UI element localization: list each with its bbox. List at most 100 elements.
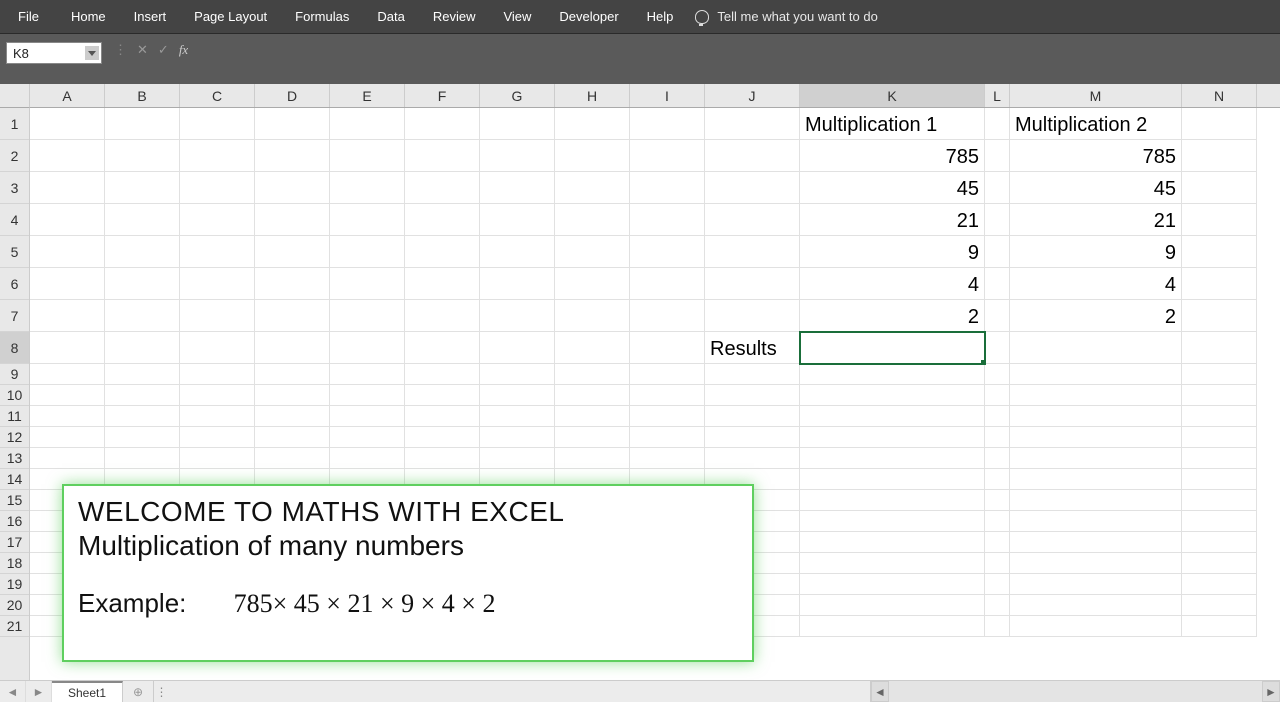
cell-m4[interactable]: 21 xyxy=(1010,204,1182,236)
sheet-tab-sheet1[interactable]: Sheet1 xyxy=(52,681,123,702)
cell-g12[interactable] xyxy=(480,427,555,448)
cell-d11[interactable] xyxy=(255,406,330,427)
cell-m12[interactable] xyxy=(1010,427,1182,448)
row-header-20[interactable]: 20 xyxy=(0,595,29,616)
cell-a6[interactable] xyxy=(30,268,105,300)
column-header-n[interactable]: N xyxy=(1182,84,1257,107)
cell-n11[interactable] xyxy=(1182,406,1257,427)
cell-b7[interactable] xyxy=(105,300,180,332)
cell-e2[interactable] xyxy=(330,140,405,172)
cell-b8[interactable] xyxy=(105,332,180,364)
cell-b2[interactable] xyxy=(105,140,180,172)
column-header-e[interactable]: E xyxy=(330,84,405,107)
ribbon-tab-file[interactable]: File xyxy=(0,0,57,33)
row-header-1[interactable]: 1 xyxy=(0,108,29,140)
cell-m19[interactable] xyxy=(1010,574,1182,595)
cell-k11[interactable] xyxy=(800,406,985,427)
cell-j8[interactable]: Results xyxy=(705,332,800,364)
cell-g5[interactable] xyxy=(480,236,555,268)
cell-l1[interactable] xyxy=(985,108,1010,140)
row-header-10[interactable]: 10 xyxy=(0,385,29,406)
cell-d12[interactable] xyxy=(255,427,330,448)
cell-g6[interactable] xyxy=(480,268,555,300)
cell-k19[interactable] xyxy=(800,574,985,595)
cell-c4[interactable] xyxy=(180,204,255,236)
cell-m20[interactable] xyxy=(1010,595,1182,616)
cell-m21[interactable] xyxy=(1010,616,1182,637)
cell-k8[interactable] xyxy=(800,332,985,364)
cell-j12[interactable] xyxy=(705,427,800,448)
cell-a3[interactable] xyxy=(30,172,105,204)
cell-h12[interactable] xyxy=(555,427,630,448)
ribbon-tab-view[interactable]: View xyxy=(489,0,545,33)
cell-e8[interactable] xyxy=(330,332,405,364)
cell-k4[interactable]: 21 xyxy=(800,204,985,236)
cell-k21[interactable] xyxy=(800,616,985,637)
row-header-5[interactable]: 5 xyxy=(0,236,29,268)
row-header-12[interactable]: 12 xyxy=(0,427,29,448)
cell-m9[interactable] xyxy=(1010,364,1182,385)
cell-n16[interactable] xyxy=(1182,511,1257,532)
cell-k15[interactable] xyxy=(800,490,985,511)
cell-l4[interactable] xyxy=(985,204,1010,236)
cell-m17[interactable] xyxy=(1010,532,1182,553)
select-all-corner[interactable] xyxy=(0,84,30,108)
cell-d5[interactable] xyxy=(255,236,330,268)
cell-l9[interactable] xyxy=(985,364,1010,385)
cell-n17[interactable] xyxy=(1182,532,1257,553)
ribbon-tab-help[interactable]: Help xyxy=(633,0,688,33)
cell-e7[interactable] xyxy=(330,300,405,332)
cell-f13[interactable] xyxy=(405,448,480,469)
column-header-f[interactable]: F xyxy=(405,84,480,107)
cell-h11[interactable] xyxy=(555,406,630,427)
cell-j10[interactable] xyxy=(705,385,800,406)
cell-n9[interactable] xyxy=(1182,364,1257,385)
cell-a7[interactable] xyxy=(30,300,105,332)
cell-m6[interactable]: 4 xyxy=(1010,268,1182,300)
cell-e10[interactable] xyxy=(330,385,405,406)
cell-k7[interactable]: 2 xyxy=(800,300,985,332)
cell-c3[interactable] xyxy=(180,172,255,204)
cell-l19[interactable] xyxy=(985,574,1010,595)
cell-m3[interactable]: 45 xyxy=(1010,172,1182,204)
cell-e9[interactable] xyxy=(330,364,405,385)
cell-f1[interactable] xyxy=(405,108,480,140)
cell-i4[interactable] xyxy=(630,204,705,236)
cell-n4[interactable] xyxy=(1182,204,1257,236)
cell-f3[interactable] xyxy=(405,172,480,204)
cell-d7[interactable] xyxy=(255,300,330,332)
cell-d3[interactable] xyxy=(255,172,330,204)
cell-a9[interactable] xyxy=(30,364,105,385)
cell-c11[interactable] xyxy=(180,406,255,427)
cell-h8[interactable] xyxy=(555,332,630,364)
horizontal-scrollbar[interactable]: ◄ ► xyxy=(870,681,1280,702)
cell-a13[interactable] xyxy=(30,448,105,469)
cell-g11[interactable] xyxy=(480,406,555,427)
cell-a11[interactable] xyxy=(30,406,105,427)
cell-f8[interactable] xyxy=(405,332,480,364)
cell-d9[interactable] xyxy=(255,364,330,385)
cell-a1[interactable] xyxy=(30,108,105,140)
cell-h5[interactable] xyxy=(555,236,630,268)
cell-k5[interactable]: 9 xyxy=(800,236,985,268)
cell-n13[interactable] xyxy=(1182,448,1257,469)
cell-b11[interactable] xyxy=(105,406,180,427)
cell-f4[interactable] xyxy=(405,204,480,236)
cell-c10[interactable] xyxy=(180,385,255,406)
cell-i5[interactable] xyxy=(630,236,705,268)
cell-h4[interactable] xyxy=(555,204,630,236)
cell-n14[interactable] xyxy=(1182,469,1257,490)
cell-n21[interactable] xyxy=(1182,616,1257,637)
cell-i11[interactable] xyxy=(630,406,705,427)
cell-a8[interactable] xyxy=(30,332,105,364)
cell-d1[interactable] xyxy=(255,108,330,140)
cell-j6[interactable] xyxy=(705,268,800,300)
row-header-11[interactable]: 11 xyxy=(0,406,29,427)
cell-c13[interactable] xyxy=(180,448,255,469)
cell-j2[interactable] xyxy=(705,140,800,172)
cell-k20[interactable] xyxy=(800,595,985,616)
cell-b1[interactable] xyxy=(105,108,180,140)
column-header-g[interactable]: G xyxy=(480,84,555,107)
cell-a5[interactable] xyxy=(30,236,105,268)
ribbon-tab-developer[interactable]: Developer xyxy=(545,0,632,33)
